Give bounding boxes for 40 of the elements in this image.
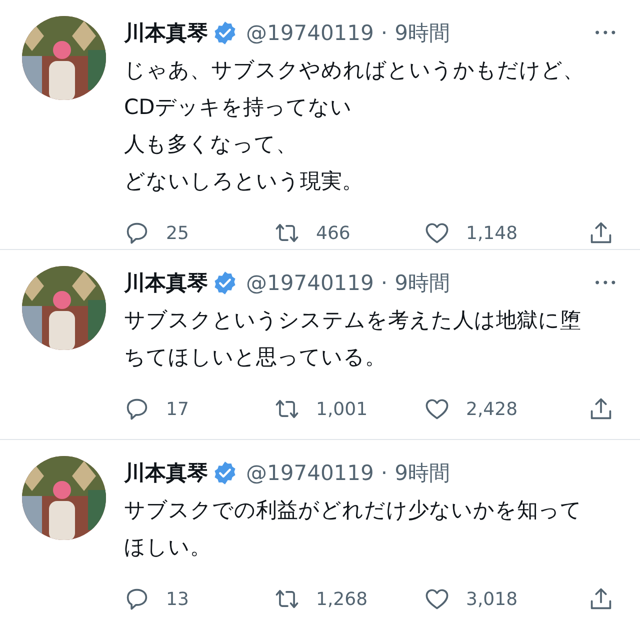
reply-icon[interactable] [124, 220, 150, 246]
separator-dot: · [380, 21, 388, 45]
heart-icon[interactable] [424, 586, 450, 612]
user-handle: @19740119 [246, 271, 374, 295]
share-icon[interactable] [588, 220, 614, 246]
user-handle: @19740119 [246, 21, 374, 45]
reply-icon[interactable] [124, 586, 150, 612]
reply-count: 17 [166, 398, 189, 420]
reply-count: 13 [166, 588, 189, 610]
reply-count: 25 [166, 222, 189, 244]
user-name[interactable]: 川本真琴 [124, 19, 208, 47]
tweet-text-line: CDデッキを持ってない [124, 95, 352, 119]
tweet-text-line: 人も多くなって、 [124, 132, 297, 156]
tweet-text-line: どないしろという現実。 [124, 169, 363, 193]
timestamp: 9時間 [394, 460, 450, 487]
share-icon[interactable] [588, 396, 614, 422]
retweet-count: 466 [316, 222, 350, 244]
separator-dot: · [380, 461, 388, 485]
user-name[interactable]: 川本真琴 [124, 459, 208, 487]
timestamp: 9時間 [394, 270, 450, 297]
retweet-count: 1,001 [316, 398, 368, 420]
heart-icon[interactable] [424, 220, 450, 246]
tweet-text-line: サブスクというシステムを考えた人は地獄に堕 [124, 308, 581, 332]
tweet-text-line: じゃあ、サブスクやめればというかもだけど、 [124, 58, 584, 82]
heart-icon[interactable] [424, 396, 450, 422]
timestamp: 9時間 [394, 20, 450, 47]
user-handle: @19740119 [246, 461, 374, 485]
user-name[interactable]: 川本真琴 [124, 269, 208, 297]
retweet-count: 1,268 [316, 588, 368, 610]
tweet-text-line: サブスクでの利益がどれだけ少ないかを知って [124, 498, 582, 522]
like-count: 3,018 [466, 588, 518, 610]
tweet-text-line: ほしい。 [124, 535, 211, 559]
share-icon[interactable] [588, 586, 614, 612]
separator-dot: · [380, 271, 388, 295]
tweet-text-line: ちてほしいと思っている。 [124, 345, 386, 369]
more-button[interactable]: ••• [592, 276, 620, 290]
more-button[interactable]: ••• [592, 26, 620, 40]
reply-icon[interactable] [124, 396, 150, 422]
like-count: 2,428 [466, 398, 518, 420]
like-count: 1,148 [466, 222, 518, 244]
